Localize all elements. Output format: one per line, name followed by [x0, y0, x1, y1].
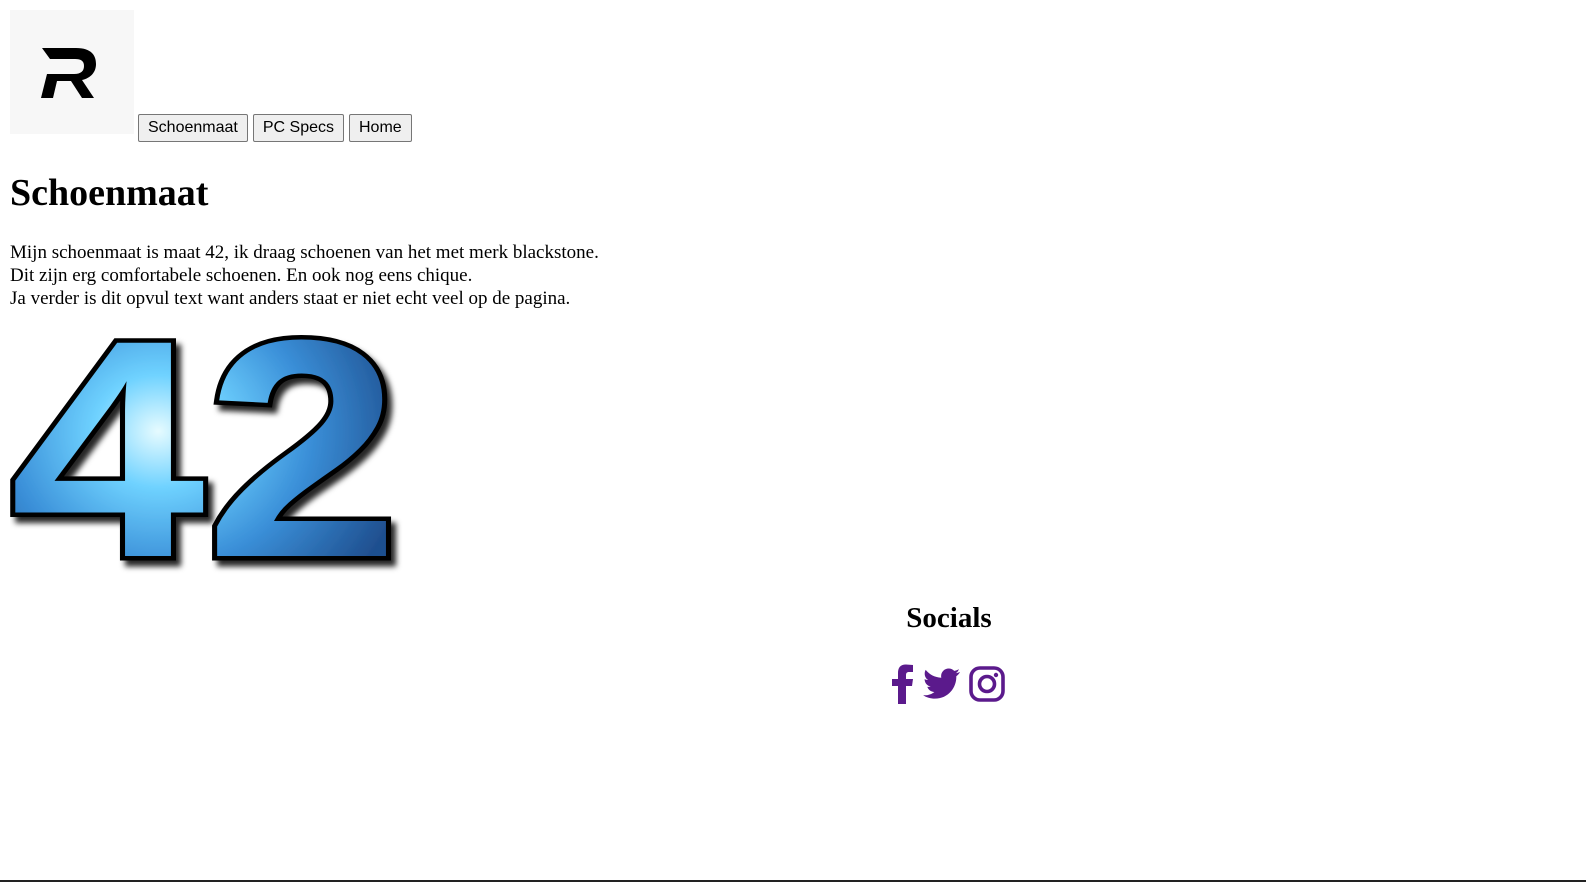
nav-button-home[interactable]: Home — [348, 114, 412, 142]
site-logo[interactable] — [10, 10, 134, 134]
twitter-icon[interactable] — [923, 668, 961, 705]
facebook-icon[interactable] — [891, 664, 915, 709]
intro-line: Mijn schoenmaat is maat 42, ik draag sch… — [10, 242, 599, 263]
page-title: Schoenmaat — [10, 172, 209, 214]
header: Schoenmaat PC Specs Home — [10, 10, 440, 144]
instagram-icon[interactable] — [969, 666, 1005, 707]
nav-button-schoenmaat[interactable]: Schoenmaat — [138, 114, 248, 142]
socials-title: Socials — [906, 602, 992, 634]
intro-paragraph: Mijn schoenmaat is maat 42, ik draag sch… — [10, 241, 599, 310]
nav-button-pc-specs[interactable]: PC Specs — [252, 114, 344, 142]
r-logo-icon — [41, 48, 96, 98]
number-42-image: 42 — [6, 271, 410, 627]
intro-line: Ja verder is dit opvul text want anders … — [10, 288, 571, 309]
intro-line: Dit zijn erg comfortabele schoenen. En o… — [10, 265, 473, 286]
number-42-text: 42 — [10, 328, 400, 578]
footer-divider — [0, 880, 1586, 882]
socials-section: Socials — [849, 598, 1049, 704]
social-icons — [891, 664, 1005, 709]
main-nav: Schoenmaat PC Specs Home — [138, 114, 412, 142]
